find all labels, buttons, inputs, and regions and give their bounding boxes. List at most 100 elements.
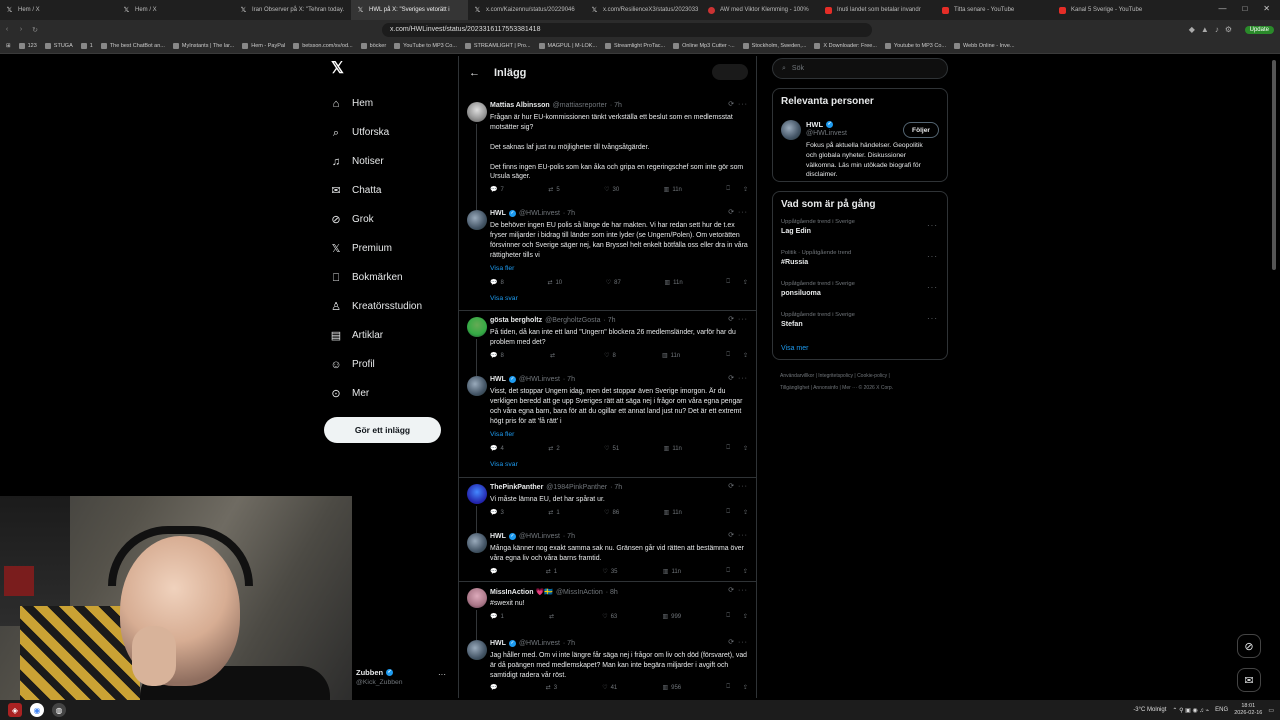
nav-item-notiser[interactable]: ♫ Notiser bbox=[324, 147, 454, 176]
bookmark-icon[interactable]: ⎕ bbox=[726, 509, 730, 516]
bookmark-icon[interactable]: ⎕ bbox=[726, 279, 730, 286]
bookmark-item[interactable]: X Downloader: Free... bbox=[814, 43, 877, 49]
nav-item-kreatörsstudion[interactable]: ♙ Kreatörsstudion bbox=[324, 292, 454, 321]
bookmark-icon[interactable]: ⎕ bbox=[726, 186, 730, 193]
trend-item[interactable]: Uppåtgående trend i Sverige Lag Edin ··· bbox=[781, 219, 939, 250]
update-button[interactable]: Update bbox=[1244, 25, 1274, 34]
like-button[interactable]: ♡ 86 bbox=[604, 509, 619, 517]
messages-floating-button[interactable]: ✉ bbox=[1237, 668, 1261, 692]
browser-tab[interactable]: 𝕏 Hem / X bbox=[0, 0, 117, 20]
retweet-button[interactable]: ⇄ 2 bbox=[548, 445, 559, 453]
bookmark-icon[interactable]: ⎕ bbox=[726, 352, 730, 359]
views-button[interactable]: ▥ 956 bbox=[662, 684, 681, 692]
bookmark-item[interactable]: Stockholm, Sweden,... bbox=[742, 43, 806, 49]
nav-item-mer[interactable]: ⊙ Mer bbox=[324, 379, 454, 408]
more-dots-icon[interactable]: ··· bbox=[927, 221, 938, 230]
author-handle[interactable]: @BergholtzGosta bbox=[545, 317, 600, 324]
share-icon[interactable]: ⇪ bbox=[743, 445, 748, 452]
browser-tab[interactable]: 𝕏 Iran Observer på X: "Tehran today. bbox=[234, 0, 351, 20]
avatar[interactable] bbox=[467, 376, 487, 396]
clock[interactable]: 18:01 2026-02-16 bbox=[1234, 703, 1262, 717]
author-handle[interactable]: @MissInAction bbox=[556, 589, 603, 596]
nav-item-hem[interactable]: ⌂ Hem bbox=[324, 89, 454, 118]
weather-status[interactable]: -3°C Molnigt bbox=[1133, 707, 1166, 713]
browser-tab[interactable]: 𝕏x.com/Kaizennu/status/20229046 bbox=[468, 0, 585, 20]
show-replies-link[interactable]: Visa svar bbox=[490, 461, 518, 468]
share-icon[interactable]: ⇪ bbox=[743, 684, 748, 691]
nav-item-premium[interactable]: 𝕏 Premium bbox=[324, 234, 454, 263]
bookmark-icon[interactable]: ⎕ bbox=[726, 613, 730, 620]
author-name[interactable]: HWL bbox=[490, 376, 506, 383]
bookmark-item[interactable]: YouTube to MP3 Co... bbox=[394, 43, 457, 49]
author-name[interactable]: HWL bbox=[490, 533, 506, 540]
views-button[interactable]: ▥ 11n bbox=[664, 445, 682, 453]
share-icon[interactable]: ⇪ bbox=[743, 613, 748, 620]
reply-button[interactable]: 💬 3 bbox=[490, 509, 504, 517]
bookmark-item[interactable]: Hem - PayPal bbox=[242, 43, 285, 49]
views-button[interactable]: ▥ 11n bbox=[663, 568, 681, 576]
like-button[interactable]: ♡ 30 bbox=[604, 186, 619, 194]
like-button[interactable]: ♡ 35 bbox=[602, 568, 617, 576]
retweet-button[interactable]: ⇄ bbox=[550, 352, 558, 359]
retweet-button[interactable]: ⇄ 5 bbox=[548, 186, 559, 194]
nav-item-utforska[interactable]: ⌕ Utforska bbox=[324, 118, 454, 147]
back-arrow-icon[interactable]: ← bbox=[469, 67, 480, 79]
tweet-more-icon[interactable]: ⟳ ··· bbox=[728, 531, 748, 539]
avatar[interactable] bbox=[467, 102, 487, 122]
author-name[interactable]: Mattias Albinsson bbox=[490, 102, 550, 109]
retweet-button[interactable]: ⇄ 10 bbox=[547, 279, 562, 287]
retweet-button[interactable]: ⇄ bbox=[549, 613, 557, 620]
reply-button[interactable]: 💬 bbox=[490, 684, 500, 691]
tweet-more-icon[interactable]: ⟳ ··· bbox=[728, 638, 748, 646]
browser-tab[interactable]: Titta senare - YouTube bbox=[936, 0, 1053, 20]
bookmark-item[interactable]: Youtube to MP3 Co... bbox=[884, 43, 946, 49]
person-name[interactable]: HWL ✓ bbox=[806, 120, 834, 129]
url-field[interactable]: x.com/HWLinvest/status/20233161175533814… bbox=[382, 22, 872, 37]
notification-icon[interactable]: ▭ bbox=[1268, 707, 1274, 714]
tweet-more-icon[interactable]: ⟳ ··· bbox=[728, 315, 748, 323]
close-icon[interactable]: ✕ bbox=[1263, 4, 1270, 13]
views-button[interactable]: ▥ 11n bbox=[664, 279, 682, 287]
trend-name[interactable]: ponsiluoma bbox=[781, 289, 939, 297]
extension-icon[interactable]: ◆ bbox=[1189, 25, 1195, 34]
share-icon[interactable]: ⇪ bbox=[743, 186, 748, 193]
tweet-more-icon[interactable]: ⟳ ··· bbox=[728, 208, 748, 216]
bookmark-item[interactable]: 1 bbox=[80, 43, 93, 49]
avatar[interactable] bbox=[467, 588, 487, 608]
browser-tab[interactable]: 𝕏x.com/ResilienceX3/status/2023033 bbox=[585, 0, 702, 20]
more-dots-icon[interactable]: ··· bbox=[927, 314, 938, 323]
bookmark-item[interactable]: Webb Online - Inve... bbox=[954, 43, 1015, 49]
more-dots-icon[interactable]: ··· bbox=[927, 283, 938, 292]
bookmark-item[interactable]: The best ChatBot an... bbox=[100, 43, 165, 49]
browser-tab[interactable]: AW med Viktor Klemming - 100% bbox=[702, 0, 819, 20]
browser-tab[interactable]: 𝕏 HWL på X: "Sveriges vetorätt i bbox=[351, 0, 468, 20]
like-button[interactable]: ♡ 63 bbox=[602, 613, 617, 621]
bookmark-icon[interactable]: ⎕ bbox=[726, 445, 730, 452]
avatar[interactable] bbox=[467, 484, 487, 504]
taskbar-chrome-icon[interactable]: ◉ bbox=[30, 703, 44, 717]
bookmark-icon[interactable]: ⎕ bbox=[726, 684, 730, 691]
language-indicator[interactable]: ENG bbox=[1215, 707, 1228, 713]
nav-item-chatta[interactable]: ✉ Chatta bbox=[324, 176, 454, 205]
tweet-more-icon[interactable]: ⟳ ··· bbox=[728, 374, 748, 382]
bookmark-item[interactable]: Online Mp3 Cutter -... bbox=[673, 43, 735, 49]
maximize-icon[interactable]: □ bbox=[1242, 4, 1247, 13]
trend-name[interactable]: Lag Edin bbox=[781, 227, 939, 235]
footer-line[interactable]: Användarvillkor | Integritetspolicy | Co… bbox=[780, 370, 948, 382]
reply-button[interactable]: 💬 4 bbox=[490, 445, 504, 453]
author-handle[interactable]: @mattiasreporter bbox=[553, 102, 607, 109]
retweet-button[interactable]: ⇄ 1 bbox=[546, 568, 557, 576]
show-more-link[interactable]: Visa fler bbox=[490, 431, 514, 438]
extension-icon[interactable]: ⚙ bbox=[1225, 25, 1232, 34]
retweet-button[interactable]: ⇄ 3 bbox=[546, 684, 557, 692]
nav-item-profil[interactable]: ☺ Profil bbox=[324, 350, 454, 379]
bookmark-item[interactable]: Streamlight ProTac... bbox=[605, 43, 665, 49]
share-icon[interactable]: ⇪ bbox=[743, 352, 748, 359]
author-handle[interactable]: @HWLinvest bbox=[519, 640, 560, 647]
reply-button[interactable]: 💬 8 bbox=[490, 352, 504, 360]
following-button[interactable]: Följer bbox=[903, 122, 939, 138]
views-button[interactable]: ▥ 11n bbox=[664, 186, 682, 194]
trend-item[interactable]: Politik · Uppåtgående trend #Russia ··· bbox=[781, 250, 939, 281]
author-name[interactable]: ThePinkPanther bbox=[490, 484, 543, 491]
reload-icon[interactable]: ↻ bbox=[28, 26, 42, 34]
